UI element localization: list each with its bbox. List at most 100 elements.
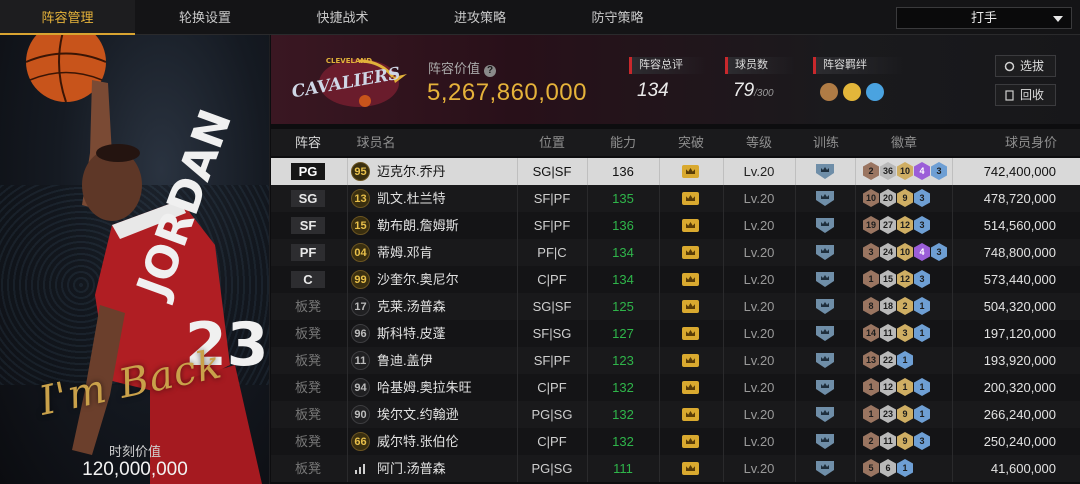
breakthrough-crown-icon[interactable] [682, 273, 699, 286]
roster-row[interactable]: 板凳 94 哈基姆.奥拉朱旺 C|PF 132 Lv.20 1 12 1 1 200,320,000 [271, 374, 1080, 401]
roster-row[interactable]: 板凳 90 埃尔文.约翰逊 PG|SG 132 Lv.20 1 23 9 1 266,240,000 [271, 401, 1080, 428]
column-divider [795, 428, 796, 455]
player-name[interactable]: 勒布朗.詹姆斯 [377, 212, 459, 239]
column-divider [347, 293, 348, 320]
column-divider [659, 428, 660, 455]
roster-row[interactable]: C 99 沙奎尔.奥尼尔 C|PF 134 Lv.20 1 15 12 3 573,440,000 [271, 266, 1080, 293]
synergy-gold-icon[interactable] [843, 83, 861, 101]
slot-badge: C [291, 271, 325, 288]
svg-text:CLEVELAND: CLEVELAND [326, 57, 372, 65]
column-divider [795, 239, 796, 266]
player-name[interactable]: 蒂姆.邓肯 [377, 239, 433, 266]
breakthrough-crown-icon[interactable] [682, 165, 699, 178]
player-name[interactable]: 鲁迪.盖伊 [377, 347, 433, 374]
training-shield-icon[interactable] [816, 218, 834, 233]
badge-blue-icon: 1 [897, 351, 913, 369]
training-shield-icon[interactable] [816, 407, 834, 422]
badge-blue-icon: 3 [931, 243, 947, 261]
breakthrough-crown-icon[interactable] [682, 462, 699, 475]
training-shield-icon[interactable] [816, 461, 834, 476]
training-shield-icon[interactable] [816, 353, 834, 368]
roster-row[interactable]: SG 13 凯文.杜兰特 SF|PF 135 Lv.20 10 20 9 3 478,720,000 [271, 185, 1080, 212]
training-shield-icon[interactable] [816, 380, 834, 395]
player-ability: 123 [612, 353, 634, 368]
roster-row[interactable]: 板凳 66 威尔特.张伯伦 C|PF 132 Lv.20 2 11 9 3 250,240,000 [271, 428, 1080, 455]
player-name[interactable]: 斯科特.皮蓬 [377, 320, 446, 347]
breakthrough-crown-icon[interactable] [682, 192, 699, 205]
recycle-button[interactable]: 回收 [995, 84, 1056, 106]
player-dunk-illustration: JORDAN 23 [25, 35, 269, 484]
badge-silver-icon: 23 [880, 405, 896, 423]
column-divider [952, 266, 953, 293]
breakthrough-crown-icon[interactable] [682, 408, 699, 421]
badge-silver-icon: 15 [880, 270, 896, 288]
player-name[interactable]: 凯文.杜兰特 [377, 185, 446, 212]
roster-row[interactable]: 板凳 阿门.汤普森 PG|SG 111 Lv.20 5 6 1 41,600,000 [271, 455, 1080, 482]
roster-row[interactable]: PF 04 蒂姆.邓肯 PF|C 134 Lv.20 3 24 10 4 3 748,800,000 [271, 239, 1080, 266]
breakthrough-crown-icon[interactable] [682, 435, 699, 448]
chevron-down-icon [1053, 16, 1063, 22]
cavaliers-logo: CLEVELAND CAVALIERS [290, 57, 407, 107]
column-divider [855, 266, 856, 293]
player-name[interactable]: 克莱.汤普森 [377, 293, 446, 320]
training-shield-icon[interactable] [816, 272, 834, 287]
slot-badge: SF [291, 217, 325, 234]
breakthrough-crown-icon[interactable] [682, 219, 699, 232]
tab-rotation-settings[interactable]: 轮换设置 [135, 0, 275, 35]
slot-bench: 板凳 [294, 380, 321, 395]
player-name[interactable]: 哈基姆.奥拉朱旺 [377, 374, 472, 401]
roster-row[interactable]: 板凳 11 鲁迪.盖伊 SF|PF 123 Lv.20 13 22 1 193,920,000 [271, 347, 1080, 374]
breakthrough-crown-icon[interactable] [682, 300, 699, 313]
column-divider [795, 374, 796, 401]
column-divider [347, 239, 348, 266]
player-value: 41,600,000 [990, 461, 1056, 476]
badge-bronze-icon: 10 [863, 189, 879, 207]
player-name[interactable]: 沙奎尔.奥尼尔 [377, 266, 459, 293]
player-name[interactable]: 阿门.汤普森 [377, 455, 446, 482]
pick-button[interactable]: 选拔 [995, 55, 1056, 77]
breakthrough-crown-icon[interactable] [682, 246, 699, 259]
roster-row[interactable]: 板凳 17 克莱.汤普森 SG|SF 125 Lv.20 8 18 2 1 504,320,000 [271, 293, 1080, 320]
column-divider [952, 347, 953, 374]
roster-row[interactable]: SF 15 勒布朗.詹姆斯 SF|PF 136 Lv.20 19 27 12 3 514,560,0… [271, 212, 1080, 239]
player-value: 573,440,000 [983, 272, 1056, 287]
badge-blue-icon: 3 [914, 216, 930, 234]
player-level: Lv.20 [743, 380, 775, 395]
role-select[interactable]: 打手 [896, 7, 1072, 29]
player-name[interactable]: 埃尔文.约翰逊 [377, 401, 459, 428]
tab-lineup-management[interactable]: 阵容管理 [0, 0, 135, 35]
training-shield-icon[interactable] [816, 299, 834, 314]
player-count: 79/300 [733, 80, 774, 102]
roster-row[interactable]: PG 95 迈克尔.乔丹 SG|SF 136 Lv.20 2 36 10 4 3 742,400,00… [271, 158, 1080, 185]
breakthrough-crown-icon[interactable] [682, 327, 699, 340]
column-divider [347, 428, 348, 455]
player-level: Lv.20 [743, 164, 775, 179]
tab-defense-strategy[interactable]: 防守策略 [550, 0, 685, 35]
badge-silver-icon: 12 [880, 378, 896, 396]
training-shield-icon[interactable] [816, 326, 834, 341]
tab-offense-strategy[interactable]: 进攻策略 [410, 0, 550, 35]
badge-silver-icon: 6 [880, 459, 896, 477]
column-divider [347, 158, 348, 185]
training-shield-icon[interactable] [816, 164, 834, 179]
player-name[interactable]: 威尔特.张伯伦 [377, 428, 459, 455]
featured-player-card[interactable]: JORDAN 23 I'm Back 时刻价值 120,000,000 [0, 35, 270, 484]
player-name[interactable]: 迈克尔.乔丹 [377, 158, 446, 185]
breakthrough-crown-icon[interactable] [682, 381, 699, 394]
synergy-bronze-icon[interactable] [820, 83, 838, 101]
column-divider [855, 374, 856, 401]
player-level: Lv.20 [743, 218, 775, 233]
training-shield-icon[interactable] [816, 245, 834, 260]
roster-row[interactable]: 板凳 96 斯科特.皮蓬 SF|SG 127 Lv.20 14 11 3 1 197,120,000 [271, 320, 1080, 347]
synergy-blue-icon[interactable] [866, 83, 884, 101]
breakthrough-crown-icon[interactable] [682, 354, 699, 367]
help-icon[interactable]: ? [484, 65, 497, 77]
training-shield-icon[interactable] [816, 191, 834, 206]
player-level: Lv.20 [743, 407, 775, 422]
header-player-name: 球员名 [356, 135, 396, 150]
lineup-value-label: 阵容价值? [428, 58, 497, 77]
training-shield-icon[interactable] [816, 434, 834, 449]
tab-quick-tactics[interactable]: 快捷战术 [275, 0, 410, 35]
badge-silver-icon: 11 [880, 324, 896, 342]
badge-bronze-icon: 8 [863, 297, 879, 315]
